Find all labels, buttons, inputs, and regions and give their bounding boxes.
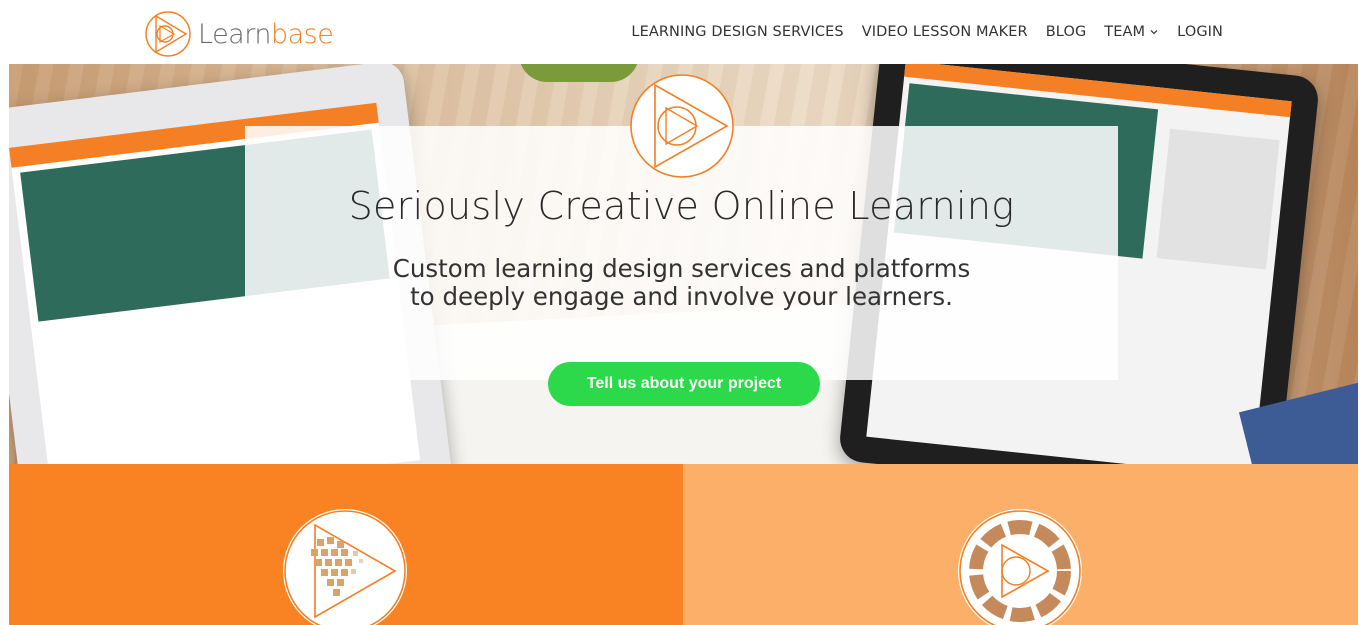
feature-tile-video-lesson-maker[interactable]	[683, 464, 1358, 625]
main-nav: LEARNING DESIGN SERVICES VIDEO LESSON MA…	[631, 24, 1223, 40]
nav-video-lesson-maker[interactable]: VIDEO LESSON MAKER	[862, 24, 1028, 40]
plant-decoration	[519, 64, 639, 82]
feature-tile-learning-design[interactable]	[9, 464, 683, 625]
site-header: Learnbase LEARNING DESIGN SERVICES VIDEO…	[0, 0, 1366, 64]
nav-blog[interactable]: BLOG	[1046, 24, 1087, 40]
nav-team[interactable]: TEAM	[1104, 24, 1159, 40]
chevron-down-icon	[1150, 30, 1158, 35]
hero-play-logo-icon	[630, 74, 734, 178]
brand-name: Learnbase	[198, 18, 334, 50]
nav-team-label: TEAM	[1104, 24, 1146, 40]
hero-subtitle-line-2: to deeply engage and involve your learne…	[410, 282, 953, 311]
learnbase-play-triangle-icon	[145, 11, 191, 57]
nav-login[interactable]: LOGIN	[1177, 24, 1223, 40]
hero-subtitle: Custom learning design services and plat…	[245, 255, 1118, 311]
pixel-heart-play-icon	[283, 509, 407, 625]
hero-title: Seriously Creative Online Learning	[348, 184, 1015, 228]
hands-circle-play-icon	[958, 509, 1082, 625]
brand-logo[interactable]: Learnbase	[144, 10, 334, 58]
nav-learning-design-services[interactable]: LEARNING DESIGN SERVICES	[631, 24, 843, 40]
hero-subtitle-line-1: Custom learning design services and plat…	[392, 254, 971, 283]
tell-us-about-project-button[interactable]: Tell us about your project	[548, 362, 820, 406]
